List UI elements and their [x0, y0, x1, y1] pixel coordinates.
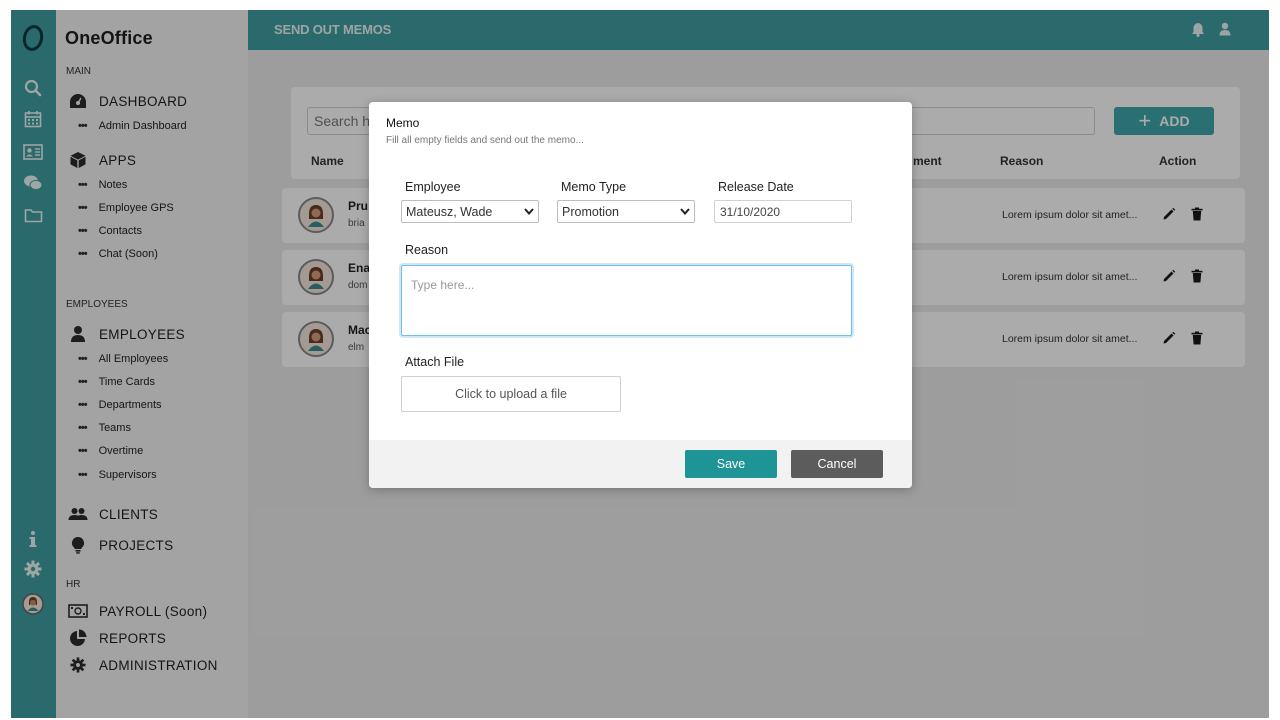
reason-textarea[interactable]: Type here...	[401, 265, 852, 336]
release-date-label: Release Date	[718, 180, 794, 194]
chevron-down-icon	[524, 207, 534, 217]
employee-select-value: Mateusz, Wade	[406, 204, 493, 219]
memo-type-label: Memo Type	[561, 180, 627, 194]
cancel-button[interactable]: Cancel	[791, 450, 883, 478]
memo-type-select[interactable]: Promotion	[557, 200, 695, 223]
save-button[interactable]: Save	[685, 450, 777, 478]
modal-title: Memo	[386, 116, 420, 130]
release-date-input[interactable]: 31/10/2020	[714, 200, 852, 223]
upload-file-button[interactable]: Click to upload a file	[401, 376, 621, 412]
chevron-down-icon	[680, 207, 690, 217]
modal-subtitle: Fill all empty fields and send out the m…	[386, 135, 584, 146]
memo-type-select-value: Promotion	[562, 204, 619, 219]
employee-label: Employee	[405, 180, 461, 194]
employee-select[interactable]: Mateusz, Wade	[401, 200, 539, 223]
attach-file-label: Attach File	[405, 355, 465, 369]
modal-footer: Save Cancel	[369, 440, 912, 488]
reason-label: Reason	[405, 243, 449, 257]
memo-modal: Memo Fill all empty fields and send out …	[369, 102, 912, 488]
